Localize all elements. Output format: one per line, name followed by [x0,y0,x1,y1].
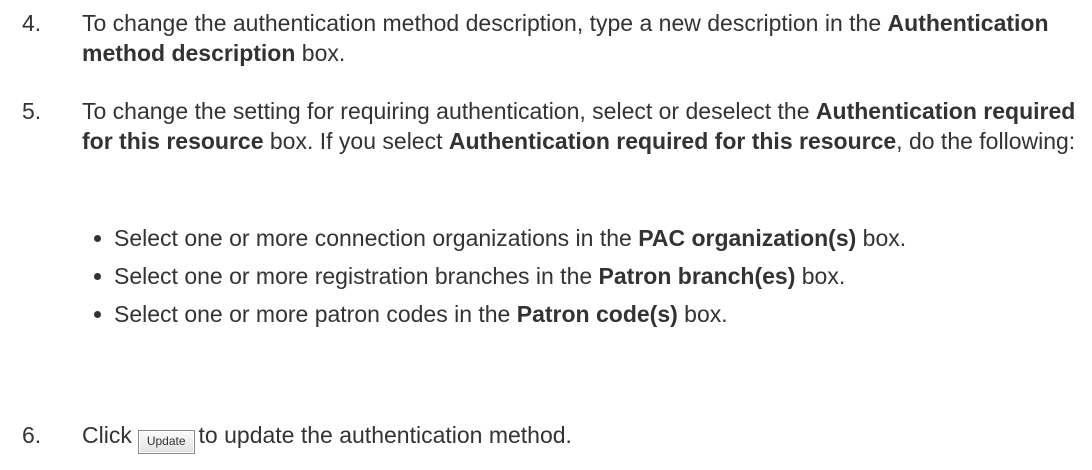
bullet-icon [94,235,101,242]
step-number: 4. [22,10,42,36]
bullet-text: Select one or more registration branches… [114,263,599,289]
update-button[interactable]: Update [137,430,195,454]
bullet-item: Select one or more patron codes in the P… [92,299,1082,329]
step-text-part: box. If you select [263,128,449,154]
bullet-icon [94,273,101,280]
bullet-item: Select one or more registration branches… [92,261,1082,291]
bullet-text: box. [677,301,728,327]
bullet-text: Select one or more patron codes in the [114,301,517,327]
bullet-list: Select one or more connection organizati… [92,223,1082,329]
step-5: 5. To change the setting for requiring a… [22,96,1082,156]
bullet-item: Select one or more connection organizati… [92,223,1082,253]
field-name: Authentication required for this resourc… [448,128,897,154]
instructions-page: 4. To change the authentication method d… [0,0,1092,470]
step-text-part: To change the authentication method desc… [82,10,888,36]
step-text: To change the authentication method desc… [82,8,1082,68]
step-6: 6. Click Update to update the authenticati… [22,420,1082,454]
step-number: 5. [22,98,42,124]
step-4: 4. To change the authentication method d… [22,8,1082,68]
bullet-text: box. [856,225,907,251]
step-text-part: box. [295,40,346,66]
step-number: 6. [22,422,42,448]
field-name: Patron branch(es) [598,263,796,289]
step-text-part: , do the following: [896,128,1076,154]
bullet-icon [94,311,101,318]
step-text-part: Click [82,422,132,448]
bullet-text: box. [795,263,846,289]
field-name: PAC organization(s) [638,225,857,251]
step-text-part: to update the authentication method. [198,422,572,448]
step-text: To change the setting for requiring auth… [82,96,1082,156]
bullet-text: Select one or more connection organizati… [114,225,639,251]
field-name: Patron code(s) [516,301,678,327]
step-5-bullets: Select one or more connection organizati… [22,223,1082,337]
step-text-part: To change the setting for requiring auth… [82,98,816,124]
step-text: Click Update to update the authentication … [82,420,1082,454]
